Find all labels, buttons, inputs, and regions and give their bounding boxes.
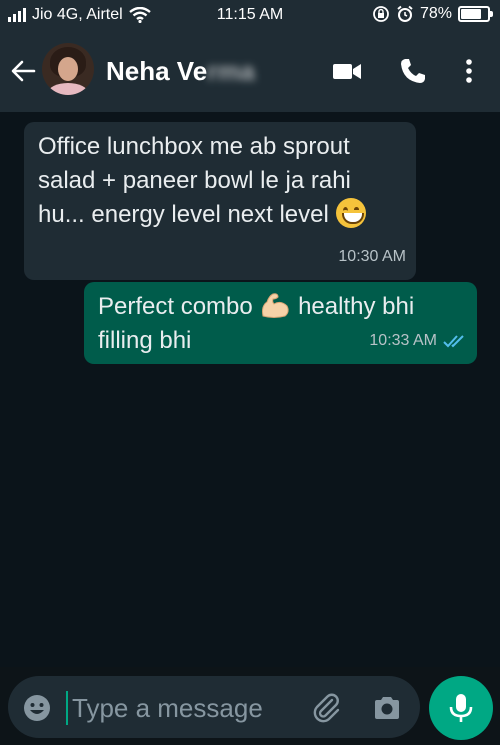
attach-icon[interactable] — [310, 691, 344, 725]
video-call-icon[interactable] — [332, 56, 362, 86]
more-vert-icon[interactable] — [454, 56, 484, 86]
message-time: 10:33 AM — [369, 332, 437, 349]
battery-percent: 78% — [419, 5, 452, 22]
message-time: 10:30 AM — [338, 248, 406, 265]
status-bar: Jio 4G, Airtel 11:15 AM 78% — [0, 0, 500, 30]
message-meta: 10:30 AM — [338, 240, 406, 274]
phone-icon[interactable] — [398, 56, 428, 86]
read-receipt-icon — [443, 335, 464, 348]
grinning-face-emoji-icon — [335, 198, 366, 228]
avatar[interactable] — [42, 43, 94, 95]
alarm-icon — [397, 5, 413, 22]
message-input[interactable] — [66, 691, 296, 725]
back-arrow-icon[interactable] — [10, 58, 36, 84]
battery-icon — [458, 6, 493, 22]
contact-name-blurred: rma — [207, 56, 255, 86]
emoji-icon[interactable] — [22, 693, 52, 723]
message-composer — [8, 676, 420, 738]
rotation-lock-icon — [373, 6, 389, 22]
message-text: Office lunchbox me ab sprout salad + pan… — [38, 133, 351, 228]
message-meta: 10:33 AM — [369, 324, 467, 358]
message-outgoing[interactable]: Perfect combo healthy bhi filling bhi 10… — [84, 282, 477, 364]
mic-button[interactable] — [429, 676, 493, 740]
mic-icon — [449, 694, 473, 722]
camera-icon[interactable] — [372, 693, 402, 723]
flexed-biceps-emoji-icon — [262, 293, 290, 318]
chat-area[interactable]: Office lunchbox me ab sprout salad + pan… — [0, 112, 500, 667]
message-text-part1: Perfect combo — [98, 293, 253, 320]
battery-fill — [461, 9, 481, 19]
status-right: 78% — [372, 5, 493, 23]
message-incoming[interactable]: Office lunchbox me ab sprout salad + pan… — [24, 122, 416, 280]
contact-name-visible: Neha Ve — [106, 56, 208, 86]
contact-name[interactable]: Neha Verma — [106, 56, 255, 87]
chat-header: Neha Verma — [0, 30, 500, 112]
